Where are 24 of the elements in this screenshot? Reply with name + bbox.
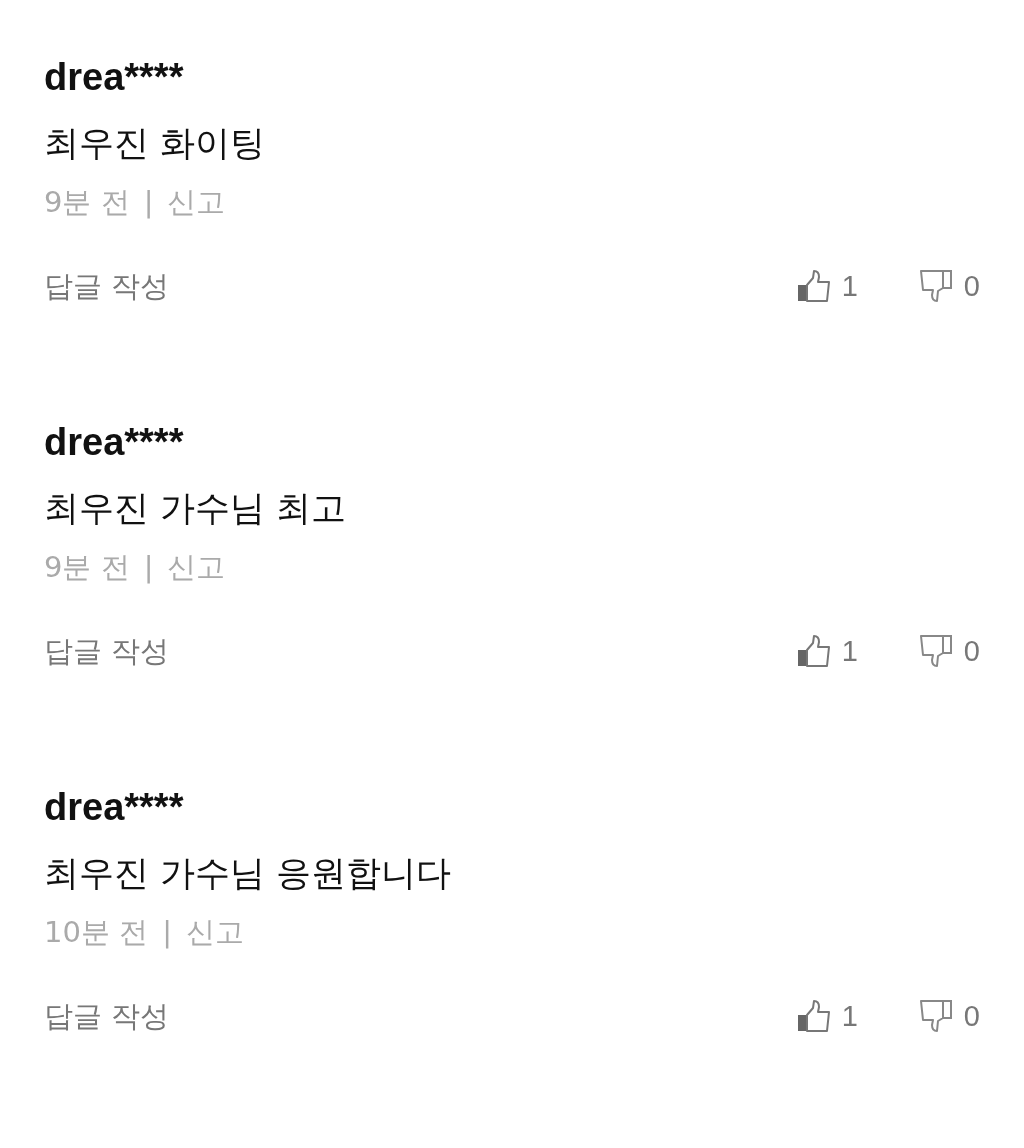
report-link[interactable]: 신고: [185, 912, 244, 952]
comment-author: drea****: [44, 785, 185, 830]
like-button[interactable]: 1: [795, 633, 858, 669]
comment-time: 9분 전: [44, 549, 130, 586]
reply-link[interactable]: 답글 작성: [44, 996, 170, 1036]
report-link[interactable]: 신고: [167, 182, 226, 222]
comment-author: drea****: [44, 420, 185, 465]
meta-separator: |: [162, 914, 172, 951]
dislike-button[interactable]: 0: [917, 998, 980, 1034]
comment-time: 10분 전: [44, 914, 149, 951]
comment-text: 최우진 가수님 최고: [44, 487, 348, 530]
meta-separator: |: [143, 184, 154, 221]
meta-separator: |: [143, 549, 154, 586]
like-button[interactable]: 1: [795, 268, 858, 304]
dislike-button[interactable]: 0: [917, 633, 980, 669]
comment-text: 최우진 화이팅: [44, 122, 267, 165]
comment-text: 최우진 가수님 응원합니다: [44, 852, 453, 895]
like-button[interactable]: 1: [795, 998, 858, 1034]
reply-link[interactable]: 답글 작성: [44, 266, 170, 306]
reply-link[interactable]: 답글 작성: [44, 631, 170, 671]
comment-author: drea****: [44, 55, 185, 100]
dislike-button[interactable]: 0: [917, 268, 980, 304]
comment-time: 9분 전: [44, 184, 130, 221]
report-link[interactable]: 신고: [167, 547, 226, 587]
